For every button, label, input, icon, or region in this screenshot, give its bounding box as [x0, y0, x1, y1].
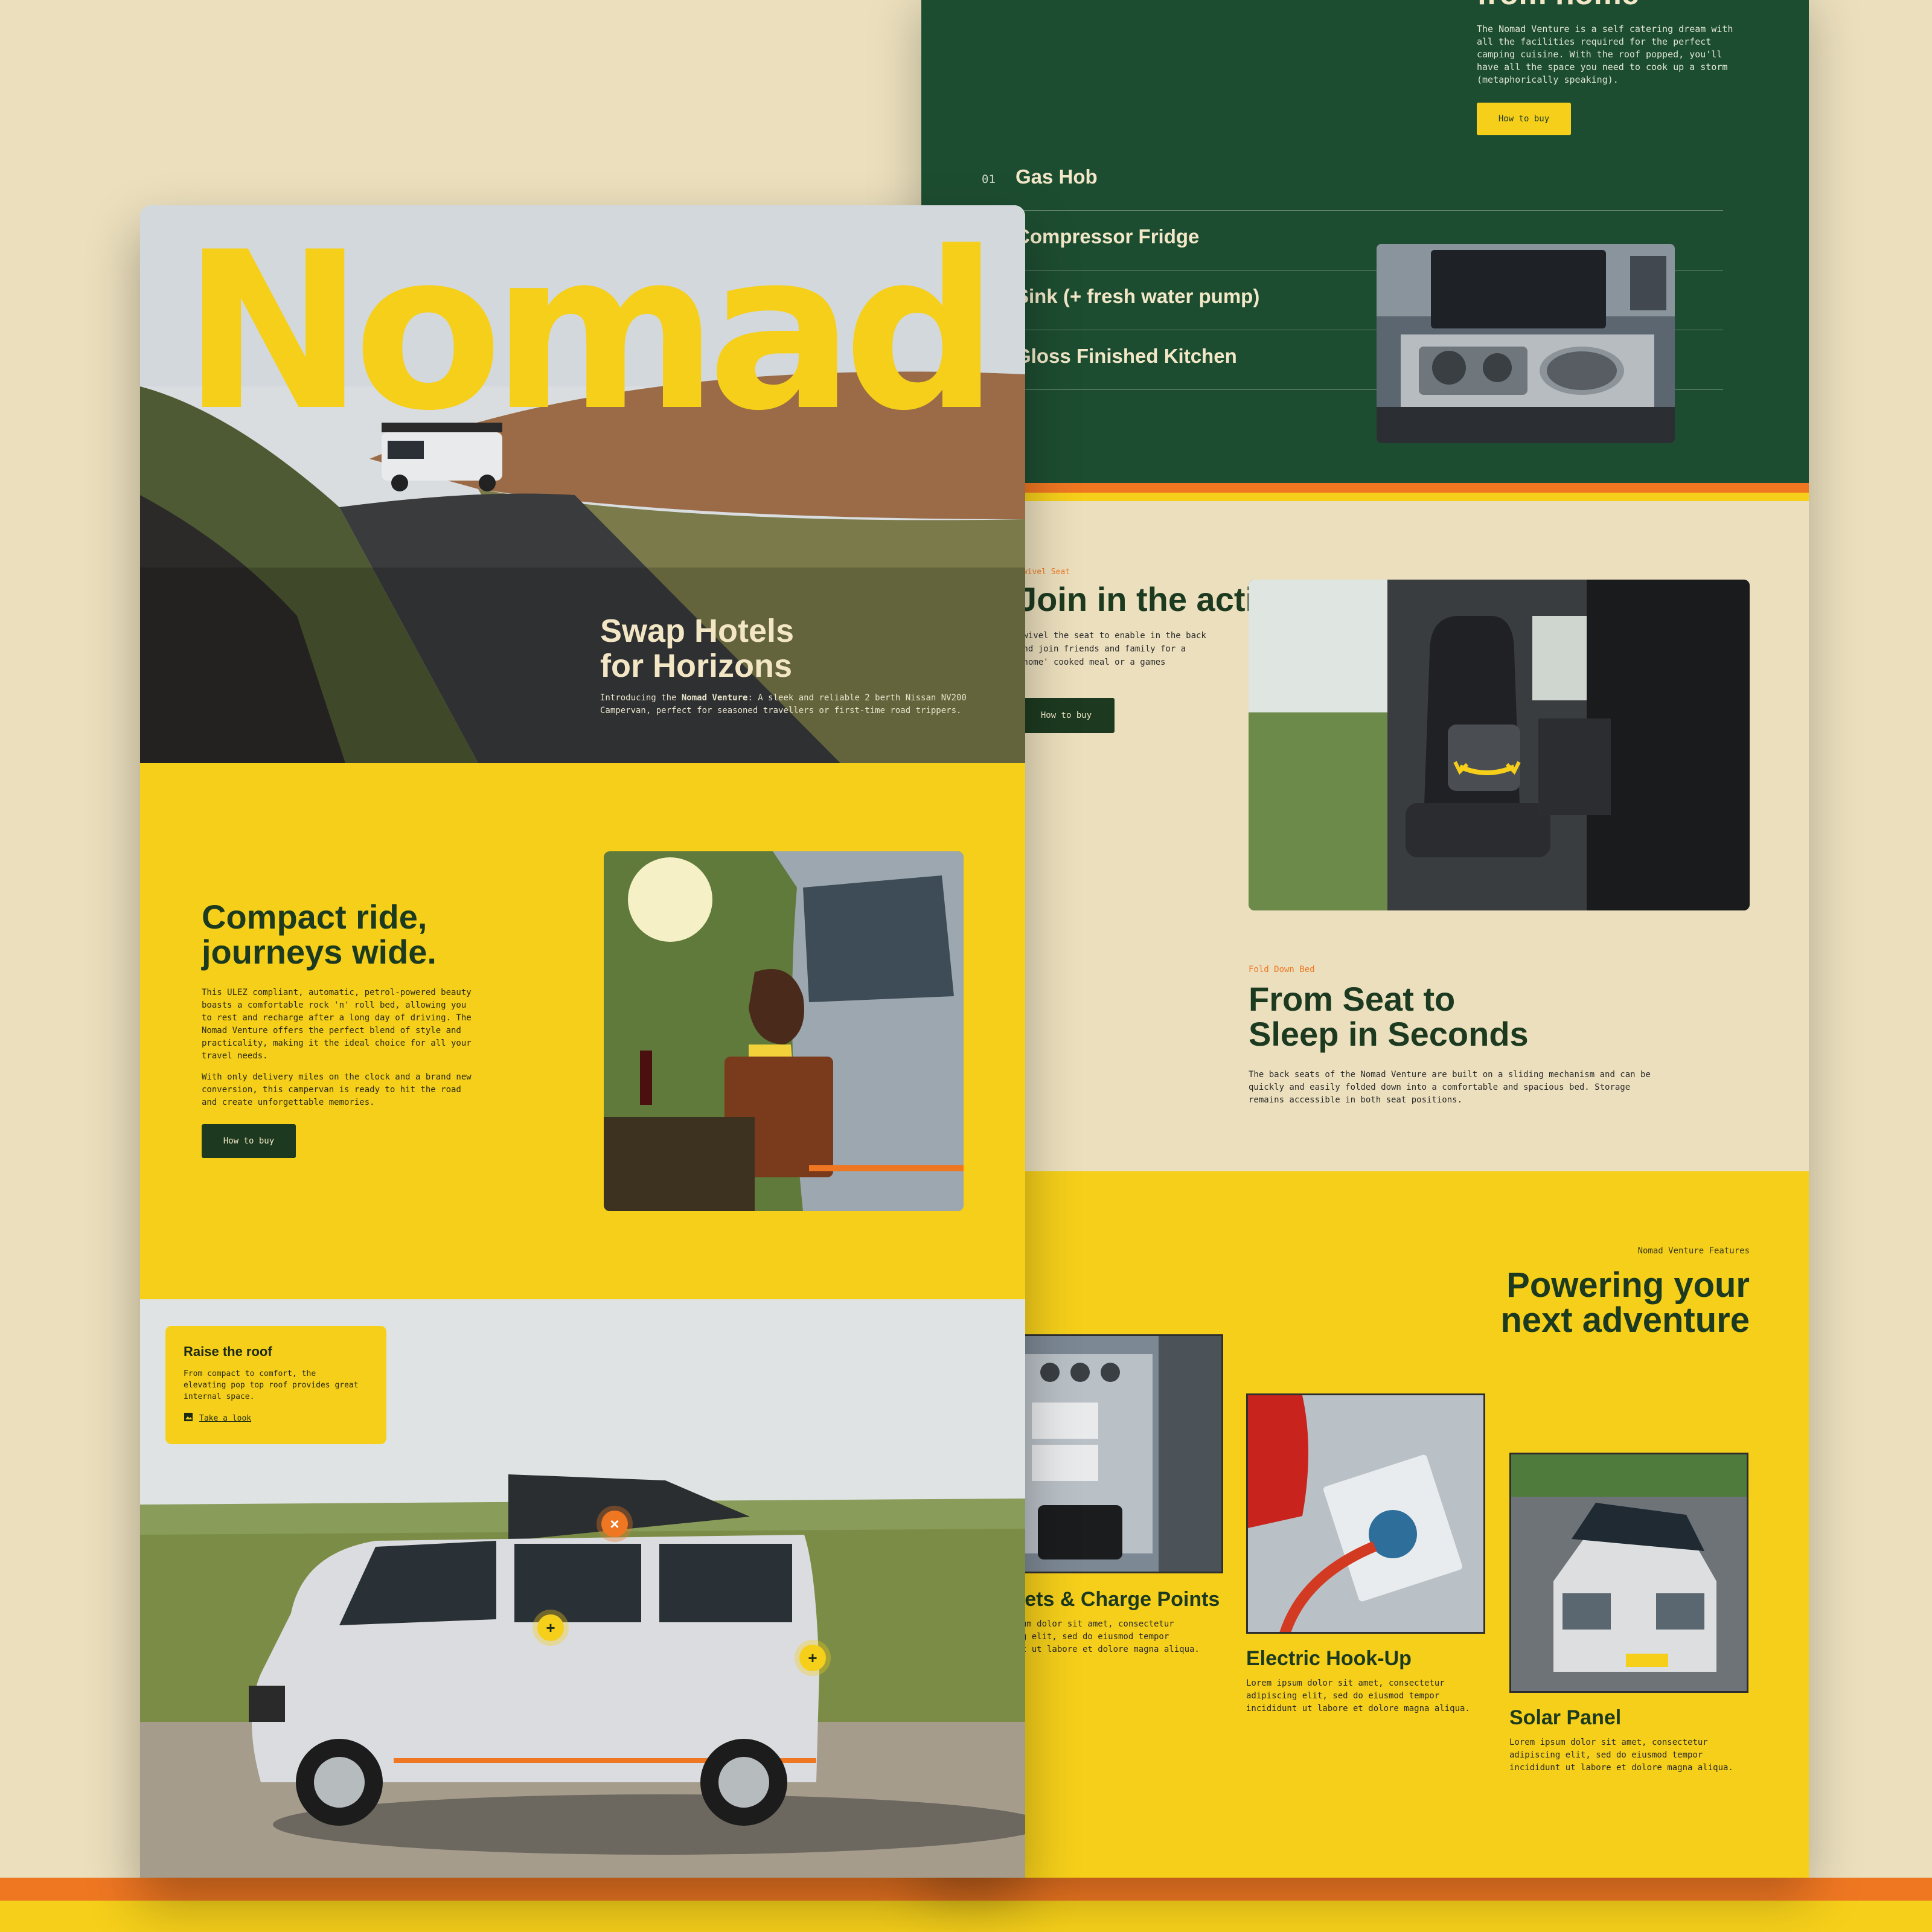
features-section: Nomad Venture Features Powering your nex… — [921, 1171, 1809, 1878]
solar-panel-description: Lorem ipsum dolor sit amet, consectetur … — [1509, 1738, 1733, 1773]
kitchen-heading: from home — [1477, 0, 1639, 12]
section-divider-yellow — [921, 493, 1809, 501]
feature-label: Gloss Finished Kitchen — [1016, 345, 1237, 367]
electric-hookup-description: Lorem ipsum dolor sit amet, consectetur … — [1246, 1678, 1470, 1713]
swivel-seat-section: Swivel Seat Join in the action Swivel th… — [921, 501, 1809, 1171]
solar-panel-title: Solar Panel — [1509, 1706, 1622, 1729]
raise-the-roof-card: Raise the roof From compact to comfort, … — [165, 1326, 386, 1444]
electric-hookup-photo — [1246, 1393, 1485, 1634]
bed-eyebrow: Fold Down Bed — [1249, 965, 1315, 974]
plus-hotspot-icon[interactable]: + — [799, 1645, 826, 1671]
hero-section: Nomad Swap Hotels for Horizons Introduci… — [140, 205, 1025, 763]
hero-heading-line: Swap Hotels — [600, 613, 795, 649]
compact-heading-line: Compact ride, — [202, 898, 427, 936]
electric-hookup-title: Electric Hook-Up — [1246, 1647, 1412, 1670]
action-how-to-buy-button[interactable]: How to buy — [1018, 698, 1115, 733]
kitchen-feature-row[interactable]: 01 Gas Hob — [982, 151, 1723, 211]
compact-heading: Compact ride, journeys wide. — [202, 900, 437, 970]
hero-description-product: Nomad Venture — [681, 693, 748, 703]
features-eyebrow: Nomad Venture Features — [1637, 1246, 1750, 1256]
bed-heading-line: From Seat to — [1249, 980, 1456, 1018]
front-page-mockup: Nomad Swap Hotels for Horizons Introduci… — [140, 205, 1025, 1878]
hero-heading: Swap Hotels for Horizons — [600, 613, 794, 683]
take-a-look-label: Take a look — [199, 1413, 252, 1423]
kitchen-how-to-buy-button[interactable]: How to buy — [1477, 103, 1571, 135]
swivel-seat-photo — [1249, 580, 1750, 910]
kitchen-section: from home The Nomad Venture is a self ca… — [921, 0, 1809, 483]
feature-label: Sink (+ fresh water pump) — [1016, 285, 1260, 307]
kitchen-sink-photo — [1377, 244, 1675, 443]
kitchen-description: The Nomad Venture is a self catering dre… — [1477, 24, 1733, 85]
bed-heading-line: Sleep in Seconds — [1249, 1015, 1529, 1053]
van-hotspot-section: Raise the roof From compact to comfort, … — [140, 1299, 1025, 1878]
bottom-orange-stripe — [0, 1878, 1932, 1901]
feature-label: Gas Hob — [1016, 165, 1098, 188]
compact-paragraph: This ULEZ compliant, automatic, petrol-p… — [202, 988, 472, 1061]
bottom-yellow-stripe — [0, 1901, 1932, 1932]
back-page-mockup: from home The Nomad Venture is a self ca… — [921, 0, 1809, 1878]
compact-heading-line: journeys wide. — [202, 933, 437, 971]
roof-card-description: From compact to comfort, the elevating p… — [184, 1369, 359, 1401]
bed-heading: From Seat to Sleep in Seconds — [1249, 982, 1529, 1052]
hero-description-prefix: Introducing the — [600, 693, 682, 703]
relaxing-woman-photo — [604, 851, 964, 1211]
hero-heading-line: for Horizons — [600, 648, 792, 684]
compact-how-to-buy-button[interactable]: How to buy — [202, 1124, 296, 1158]
feature-label: Compressor Fridge — [1016, 225, 1200, 248]
hero-description: Introducing the Nomad Venture: A sleek a… — [600, 692, 974, 717]
features-heading: Powering your next adventure — [1500, 1268, 1750, 1338]
features-heading-line: Powering your — [1506, 1265, 1750, 1305]
solar-panel-photo — [1509, 1453, 1748, 1693]
roof-card-title: Raise the roof — [184, 1344, 272, 1359]
features-heading-line: next adventure — [1500, 1300, 1750, 1340]
close-hotspot-icon[interactable]: × — [601, 1511, 628, 1537]
bed-description: The back seats of the Nomad Venture are … — [1249, 1070, 1651, 1105]
action-description: Swivel the seat to enable in the back an… — [1018, 631, 1206, 667]
take-a-look-link[interactable]: Take a look — [184, 1412, 368, 1424]
compact-ride-section: Compact ride, journeys wide. This ULEZ c… — [140, 763, 1025, 1299]
hero-title-nomad: Nomad — [182, 205, 999, 458]
plus-hotspot-icon[interactable]: + — [537, 1614, 564, 1641]
image-icon — [184, 1412, 193, 1424]
feature-number: 01 — [982, 173, 996, 186]
action-eyebrow: Swivel Seat — [1018, 568, 1070, 577]
compact-paragraph: With only delivery miles on the clock an… — [202, 1072, 472, 1107]
section-divider-orange — [921, 483, 1809, 493]
